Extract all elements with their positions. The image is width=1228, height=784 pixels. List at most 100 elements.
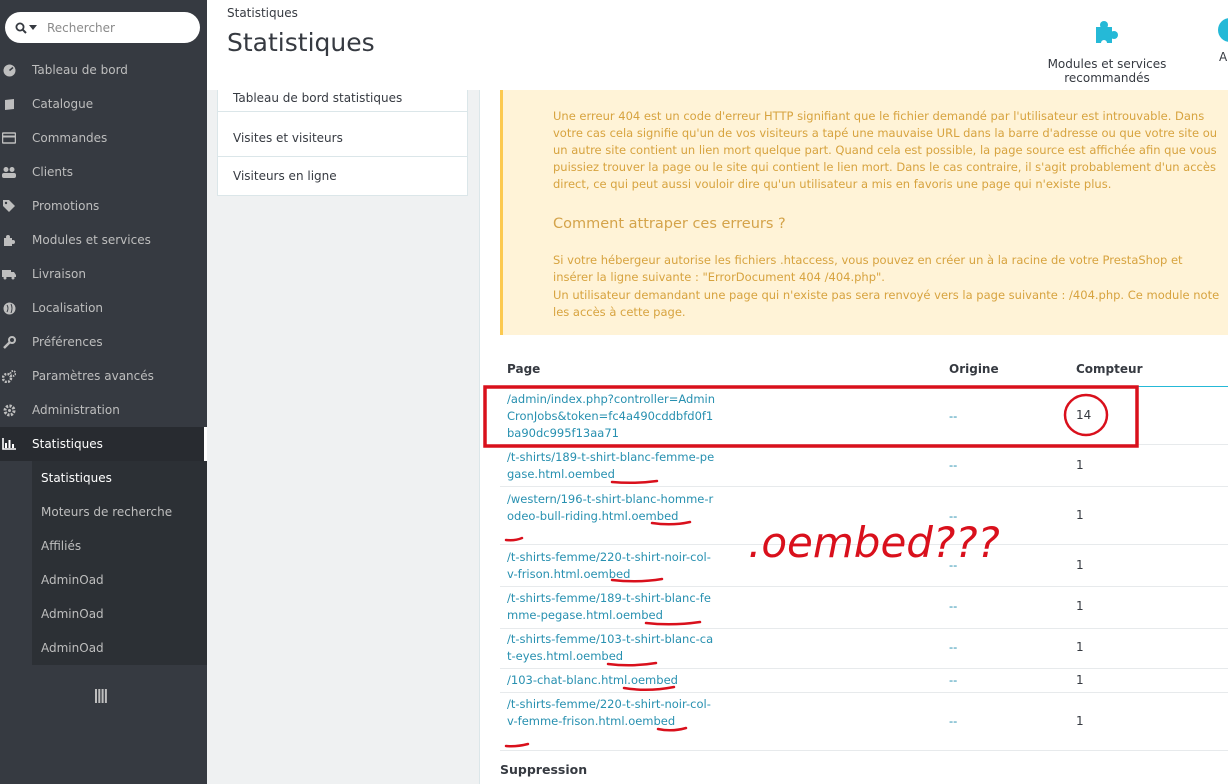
subnav-item-visits[interactable]: Visites et visiteurs bbox=[218, 119, 467, 157]
alert-paragraph: Une erreur 404 est un code d'erreur HTTP… bbox=[553, 109, 1218, 191]
users-icon bbox=[2, 165, 16, 179]
sidebar-item-localisation[interactable]: Localisation bbox=[0, 291, 207, 325]
bar-chart-icon bbox=[2, 437, 16, 451]
origin-link[interactable]: -- bbox=[949, 599, 957, 613]
sidebar-subitem-adminoad[interactable]: AdminOad bbox=[32, 563, 207, 597]
page-link[interactable]: /t-shirts-femme/220-t-shirt-noir-col-v-f… bbox=[507, 549, 717, 583]
page-header: Statistiques Statistiques Modules et ser… bbox=[207, 0, 1228, 90]
sidebar-item-label: Préférences bbox=[32, 335, 103, 349]
gear-icon bbox=[2, 403, 16, 417]
sidebar-subitem-moteurs[interactable]: Moteurs de recherche bbox=[32, 495, 207, 529]
count-value: 1 bbox=[1076, 508, 1084, 522]
column-header-count[interactable]: Compteur bbox=[1076, 362, 1142, 376]
count-value: 1 bbox=[1076, 640, 1084, 654]
origin-link[interactable]: -- bbox=[949, 509, 957, 523]
help-icon bbox=[1218, 18, 1228, 42]
count-value: 1 bbox=[1076, 458, 1084, 472]
row-divider bbox=[500, 750, 1228, 751]
puzzle-icon bbox=[2, 233, 16, 247]
page-link[interactable]: /103-chat-blanc.html.oembed bbox=[507, 672, 747, 689]
sidebar: Tableau de bord Catalogue Commandes Clie… bbox=[0, 0, 207, 784]
page-link[interactable]: /admin/index.php?controller=AdminCronJob… bbox=[507, 391, 717, 442]
alert-paragraph: Un utilisateur demandant une page qui n'… bbox=[553, 288, 1220, 319]
column-header-page[interactable]: Page bbox=[507, 362, 540, 376]
modules-recommended-label: Modules et services recommandés bbox=[1047, 57, 1167, 85]
info-alert: Une erreur 404 est un code d'erreur HTTP… bbox=[500, 90, 1228, 335]
sidebar-item-clients[interactable]: Clients bbox=[0, 155, 207, 189]
sidebar-item-administration[interactable]: Administration bbox=[0, 393, 207, 427]
sidebar-item-catalogue[interactable]: Catalogue bbox=[0, 87, 207, 121]
column-header-origin[interactable]: Origine bbox=[949, 362, 999, 376]
row-divider bbox=[500, 586, 1228, 587]
row-divider bbox=[500, 444, 1228, 445]
wrench-icon bbox=[2, 335, 16, 349]
sidebar-item-label: Livraison bbox=[32, 267, 86, 281]
sidebar-subitem-adminoad[interactable]: AdminOad bbox=[32, 631, 207, 665]
sidebar-item-label: Tableau de bord bbox=[32, 63, 128, 77]
suppression-heading: Suppression bbox=[500, 762, 588, 777]
breadcrumb[interactable]: Statistiques bbox=[227, 6, 298, 20]
count-value: 1 bbox=[1076, 599, 1084, 613]
row-divider bbox=[500, 668, 1228, 669]
sidebar-subitem-adminoad[interactable]: AdminOad bbox=[32, 597, 207, 631]
sidebar-item-statistiques[interactable]: Statistiques bbox=[0, 427, 207, 461]
search-bar[interactable] bbox=[5, 12, 200, 43]
sidebar-item-preferences[interactable]: Préférences bbox=[0, 325, 207, 359]
row-divider bbox=[500, 692, 1228, 693]
stats-subnav: Tableau de bord statistiques Visites et … bbox=[217, 90, 468, 196]
sidebar-item-parametres[interactable]: Paramètres avancés bbox=[0, 359, 207, 393]
origin-link[interactable]: -- bbox=[949, 409, 957, 423]
main-panel: Une erreur 404 est un code d'erreur HTTP… bbox=[479, 90, 1228, 784]
sidebar-item-modules[interactable]: Modules et services bbox=[0, 223, 207, 257]
help-button[interactable]: A bbox=[1215, 18, 1228, 64]
collapse-sidebar-icon[interactable] bbox=[95, 689, 107, 706]
origin-link[interactable]: -- bbox=[949, 558, 957, 572]
sidebar-item-livraison[interactable]: Livraison bbox=[0, 257, 207, 291]
sidebar-subitem-statistiques[interactable]: Statistiques bbox=[32, 461, 207, 495]
row-divider bbox=[500, 486, 1228, 487]
dashboard-icon bbox=[2, 63, 16, 77]
page-link[interactable]: /t-shirts-femme/189-t-shirt-blanc-femme-… bbox=[507, 590, 717, 624]
sidebar-item-label: Commandes bbox=[32, 131, 108, 145]
page-link[interactable]: /t-shirts/189-t-shirt-blanc-femme-pegase… bbox=[507, 449, 717, 483]
truck-icon bbox=[2, 267, 16, 281]
sidebar-subitem-affilies[interactable]: Affiliés bbox=[32, 529, 207, 563]
origin-link[interactable]: -- bbox=[949, 673, 957, 687]
modules-recommended-button[interactable]: Modules et services recommandés bbox=[1007, 18, 1207, 85]
subnav-item-online[interactable]: Visiteurs en ligne bbox=[218, 157, 467, 195]
origin-link[interactable]: -- bbox=[949, 458, 957, 472]
sidebar-item-label: Paramètres avancés bbox=[32, 369, 154, 383]
sidebar-item-dashboard[interactable]: Tableau de bord bbox=[0, 53, 207, 87]
count-value: 1 bbox=[1076, 714, 1084, 728]
page-title: Statistiques bbox=[227, 28, 375, 57]
chevron-down-icon bbox=[29, 24, 37, 30]
row-divider bbox=[500, 544, 1228, 545]
origin-link[interactable]: -- bbox=[949, 714, 957, 728]
alert-heading: Comment attraper ces erreurs ? bbox=[553, 216, 786, 232]
page-link[interactable]: /t-shirts-femme/220-t-shirt-noir-col-v-f… bbox=[507, 696, 717, 730]
count-value: 1 bbox=[1076, 558, 1084, 572]
sidebar-item-promotions[interactable]: Promotions bbox=[0, 189, 207, 223]
sidebar-item-label: Statistiques bbox=[32, 437, 103, 451]
origin-link[interactable]: -- bbox=[949, 640, 957, 654]
help-label: A bbox=[1219, 50, 1228, 64]
count-value: 1 bbox=[1076, 673, 1084, 687]
credit-card-icon bbox=[2, 131, 16, 145]
search-icon[interactable] bbox=[15, 22, 37, 34]
row-divider bbox=[500, 628, 1228, 629]
search-input[interactable] bbox=[47, 20, 177, 35]
app-window: Tableau de bord Catalogue Commandes Clie… bbox=[0, 0, 1228, 784]
page-link[interactable]: /western/196-t-shirt-blanc-homme-rodeo-b… bbox=[507, 491, 717, 525]
header-divider bbox=[500, 386, 1228, 387]
sidebar-item-label: Modules et services bbox=[32, 233, 151, 247]
sidebar-item-label: Promotions bbox=[32, 199, 100, 213]
globe-icon bbox=[2, 301, 16, 315]
sidebar-item-label: Administration bbox=[32, 403, 120, 417]
sidebar-item-label: Catalogue bbox=[32, 97, 94, 111]
subnav-item-dashboard[interactable]: Tableau de bord statistiques bbox=[218, 82, 467, 112]
sidebar-item-label: Localisation bbox=[32, 301, 104, 315]
sidebar-item-commandes[interactable]: Commandes bbox=[0, 121, 207, 155]
page-link[interactable]: /t-shirts-femme/103-t-shirt-blanc-cat-ey… bbox=[507, 631, 717, 665]
book-icon bbox=[2, 97, 16, 111]
sidebar-item-label: Clients bbox=[32, 165, 73, 179]
